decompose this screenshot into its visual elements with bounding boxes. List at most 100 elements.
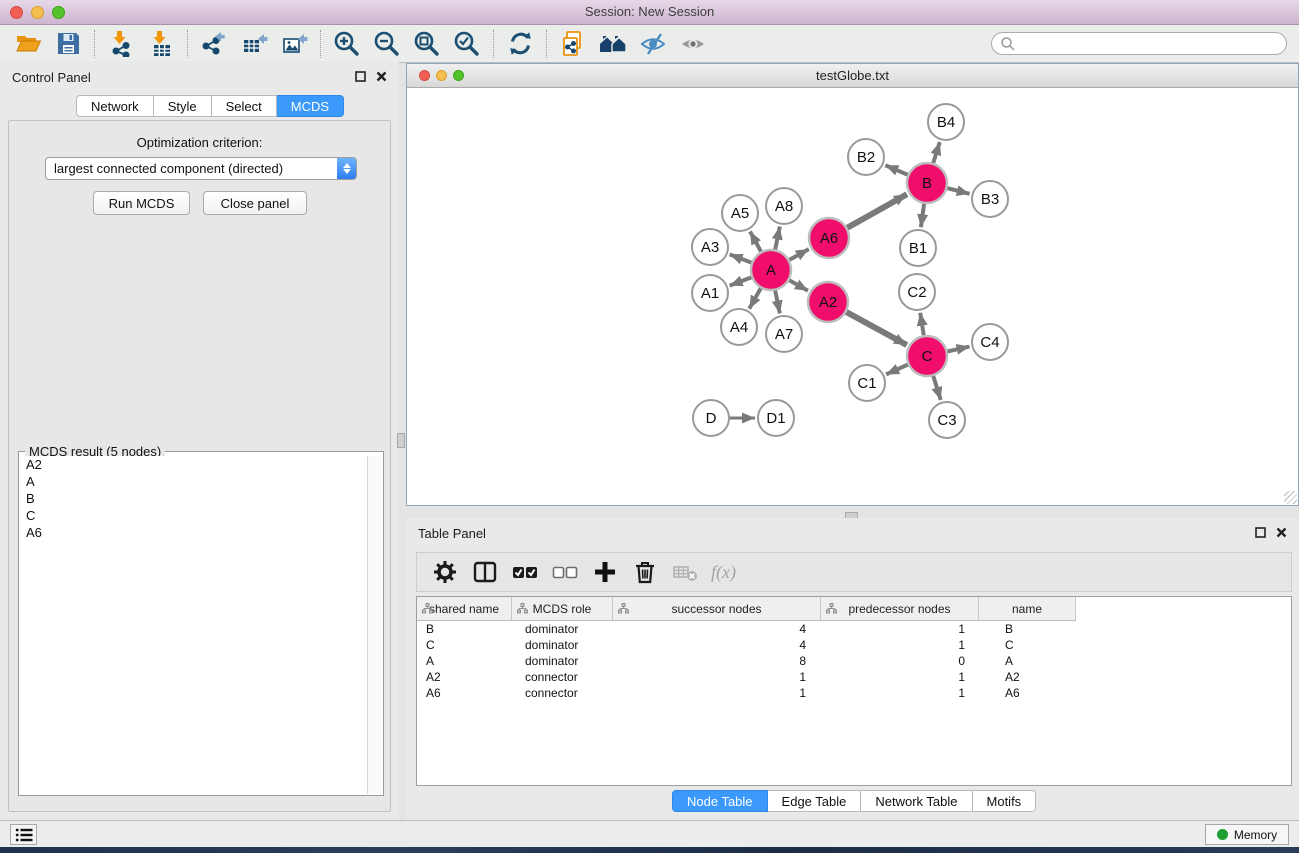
graph-node-C[interactable]: C: [907, 336, 947, 376]
search-input[interactable]: [1016, 36, 1278, 52]
graph-node-A4[interactable]: A4: [721, 309, 757, 345]
show-all-eye-icon[interactable]: [673, 27, 713, 61]
table-cell[interactable]: dominator: [512, 637, 613, 653]
split-table-icon[interactable]: [467, 555, 503, 589]
zoom-in-icon[interactable]: [327, 27, 367, 61]
duplicate-network-view-icon[interactable]: [553, 27, 593, 61]
table-cell[interactable]: C: [417, 637, 512, 653]
graph-node-B3[interactable]: B3: [972, 181, 1008, 217]
graph-node-C1[interactable]: C1: [849, 365, 885, 401]
table-cell[interactable]: A2: [979, 669, 1076, 685]
table-cell[interactable]: 1: [821, 621, 979, 637]
criterion-dropdown[interactable]: largest connected component (directed): [45, 157, 357, 180]
zoom-out-icon[interactable]: [367, 27, 407, 61]
table-row-b[interactable]: Bdominator41B: [417, 621, 1291, 637]
graph-node-A1[interactable]: A1: [692, 275, 728, 311]
graph-node-A7[interactable]: A7: [766, 316, 802, 352]
import-network-icon[interactable]: [101, 27, 141, 61]
tab-network-table[interactable]: Network Table: [861, 790, 972, 812]
select-all-checkboxes-icon[interactable]: [507, 555, 543, 589]
graph-node-A8[interactable]: A8: [766, 188, 802, 224]
add-column-icon[interactable]: [587, 555, 623, 589]
tab-mcds[interactable]: MCDS: [277, 95, 344, 117]
delete-table-icon[interactable]: [667, 555, 703, 589]
table-cell[interactable]: A2: [417, 669, 512, 685]
table-settings-gear-icon[interactable]: [427, 555, 463, 589]
table-cell[interactable]: B: [417, 621, 512, 637]
memory-button[interactable]: Memory: [1205, 824, 1289, 845]
graph-node-A2[interactable]: A2: [808, 282, 848, 322]
graph-node-C4[interactable]: C4: [972, 324, 1008, 360]
delete-columns-trash-icon[interactable]: [627, 555, 663, 589]
tab-select[interactable]: Select: [212, 95, 277, 117]
table-row-a6[interactable]: A6connector11A6: [417, 685, 1291, 701]
graph-node-B4[interactable]: B4: [928, 104, 964, 140]
table-cell[interactable]: 1: [613, 685, 821, 701]
graph-node-C2[interactable]: C2: [899, 274, 935, 310]
mcds-result-item-a[interactable]: A: [20, 473, 367, 490]
table-row-c[interactable]: Cdominator41C: [417, 637, 1291, 653]
table-cell[interactable]: 1: [613, 669, 821, 685]
column-header-predecessor-nodes[interactable]: predecessor nodes: [821, 597, 979, 621]
zoom-fit-icon[interactable]: [407, 27, 447, 61]
column-header-mcds-role[interactable]: MCDS role: [512, 597, 613, 621]
mcds-result-item-b[interactable]: B: [20, 490, 367, 507]
mcds-result-list[interactable]: A2ABCA6: [20, 456, 367, 794]
table-cell[interactable]: B: [979, 621, 1076, 637]
table-cell[interactable]: dominator: [512, 653, 613, 669]
column-header-shared-name[interactable]: shared name: [417, 597, 512, 621]
graph-node-B1[interactable]: B1: [900, 230, 936, 266]
graph-node-A[interactable]: A: [751, 250, 791, 290]
float-panel-icon[interactable]: [355, 71, 366, 82]
window-resize-grip[interactable]: [1284, 491, 1297, 504]
table-cell[interactable]: dominator: [512, 621, 613, 637]
tab-node-table[interactable]: Node Table: [672, 790, 768, 812]
run-mcds-button[interactable]: Run MCDS: [93, 191, 190, 215]
column-header-successor-nodes[interactable]: successor nodes: [613, 597, 821, 621]
vertical-splitter-handle[interactable]: [397, 433, 405, 448]
graph-node-A5[interactable]: A5: [722, 195, 758, 231]
mcds-result-item-a2[interactable]: A2: [20, 456, 367, 473]
save-session-icon[interactable]: [48, 27, 88, 61]
table-cell[interactable]: 4: [613, 637, 821, 653]
tab-edge-table[interactable]: Edge Table: [768, 790, 862, 812]
tab-network[interactable]: Network: [76, 95, 154, 117]
table-cell[interactable]: C: [979, 637, 1076, 653]
graph-node-A6[interactable]: A6: [809, 218, 849, 258]
hide-selected-eye-icon[interactable]: [633, 27, 673, 61]
table-cell[interactable]: A: [417, 653, 512, 669]
graph-node-B[interactable]: B: [907, 163, 947, 203]
table-cell[interactable]: 1: [821, 669, 979, 685]
column-header-name[interactable]: name: [979, 597, 1076, 621]
network-canvas[interactable]: B4B2BB3A5A8A6A3B1AA1C2A2A4A7C4CC1C3DD1: [407, 89, 1298, 505]
close-panel-button[interactable]: Close panel: [203, 191, 307, 215]
mcds-result-item-c[interactable]: C: [20, 507, 367, 524]
graph-node-A3[interactable]: A3: [692, 229, 728, 265]
table-row-a2[interactable]: A2connector11A2: [417, 669, 1291, 685]
network-window-titlebar[interactable]: testGlobe.txt: [407, 64, 1298, 88]
graph-node-B2[interactable]: B2: [848, 139, 884, 175]
refresh-icon[interactable]: [500, 27, 540, 61]
table-cell[interactable]: A6: [979, 685, 1076, 701]
open-session-icon[interactable]: [8, 27, 48, 61]
import-table-icon[interactable]: [141, 27, 181, 61]
close-panel-icon[interactable]: [1276, 527, 1287, 538]
export-image-icon[interactable]: [274, 27, 314, 61]
tab-motifs[interactable]: Motifs: [973, 790, 1037, 812]
task-history-button[interactable]: [10, 824, 37, 845]
function-builder-button[interactable]: f(x): [707, 562, 736, 583]
table-cell[interactable]: A6: [417, 685, 512, 701]
mcds-list-scrollbar[interactable]: [367, 456, 382, 794]
mcds-result-item-a6[interactable]: A6: [20, 524, 367, 541]
table-row-a[interactable]: Adominator80A: [417, 653, 1291, 669]
table-cell[interactable]: 0: [821, 653, 979, 669]
table-cell[interactable]: 4: [613, 621, 821, 637]
export-table-icon[interactable]: [234, 27, 274, 61]
table-cell[interactable]: A: [979, 653, 1076, 669]
graph-node-D1[interactable]: D1: [758, 400, 794, 436]
graph-node-C3[interactable]: C3: [929, 402, 965, 438]
table-cell[interactable]: 8: [613, 653, 821, 669]
deselect-all-checkboxes-icon[interactable]: [547, 555, 583, 589]
table-cell[interactable]: 1: [821, 637, 979, 653]
search-field[interactable]: [991, 32, 1287, 55]
